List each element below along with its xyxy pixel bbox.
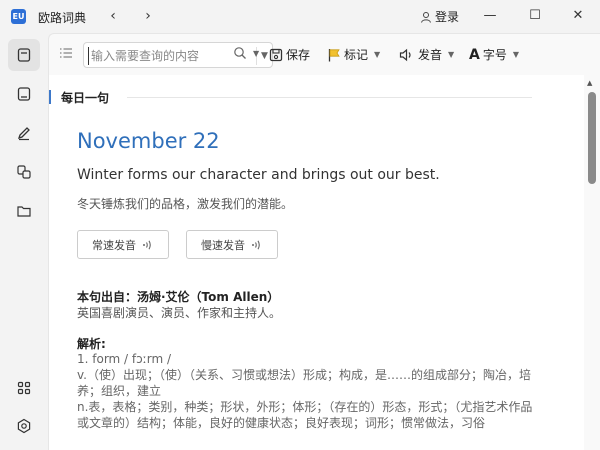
chevron-down-icon: ▼: [253, 48, 260, 58]
slow-speed-label: 慢速发音: [201, 238, 245, 252]
sidebar-item-wordbook[interactable]: [8, 78, 40, 110]
daily-sentence-panel: 每日一句 November 22 Winter forms our charac…: [48, 75, 584, 450]
save-label: 保存: [286, 48, 311, 62]
pen-icon: [17, 127, 30, 141]
section-title: 每日一句: [61, 90, 110, 105]
sentence-chinese: 冬天锤炼我们的品格，激发我们的潜能。: [77, 197, 294, 211]
save-icon: [269, 48, 283, 61]
user-icon: [421, 11, 431, 23]
sidebar-item-folder[interactable]: [8, 195, 40, 227]
normal-speed-label: 常速发音: [92, 238, 136, 252]
settings-icon: [17, 418, 31, 434]
chevron-down-icon: ▼: [512, 50, 520, 59]
close-button[interactable]: ✕: [558, 3, 598, 29]
sentence-english: Winter forms our character and brings ou…: [77, 167, 440, 183]
sidebar-item-translate[interactable]: [8, 156, 40, 188]
login-label: 登录: [435, 10, 460, 24]
mark-button[interactable]: 标记 ▼: [327, 46, 380, 63]
list-icon[interactable]: [59, 46, 73, 63]
sidebar-item-settings[interactable]: [8, 410, 40, 442]
sidebar-item-dictionary[interactable]: [8, 39, 40, 71]
app-title: 欧路词典: [38, 11, 87, 25]
fontsize-label: 字号: [482, 48, 507, 62]
section-header: 每日一句: [49, 89, 110, 105]
chevron-down-icon: ▼: [374, 50, 381, 59]
flag-icon: [328, 48, 340, 61]
sidebar-item-notes[interactable]: [8, 117, 40, 149]
normal-speed-button[interactable]: 常速发音: [77, 230, 169, 259]
analysis-line: n.表，表格；类别，种类；形状，外形；体形；（存在的）形态，形式；（尤指艺术作品: [77, 400, 533, 414]
folder-icon: [17, 206, 31, 217]
search-icon: [234, 47, 246, 59]
search-button[interactable]: ▼: [233, 46, 259, 60]
sidebar-item-apps[interactable]: [8, 372, 40, 404]
font-size-icon: A: [469, 46, 480, 63]
sound-wave-icon: [252, 240, 260, 249]
toolbar: ▼ ▼ 保存 标记 ▼ 发音 ▼ A 字号 ▼: [48, 33, 600, 75]
maximize-button[interactable]: ☐: [515, 3, 555, 29]
fontsize-button[interactable]: A 字号 ▼: [469, 46, 519, 63]
mark-label: 标记: [344, 48, 369, 62]
app-logo-icon: EU: [11, 9, 26, 24]
analysis-line: 或文章的）结构；体能，良好的健康状态；良好表现；词形；惯常做法，习俗: [77, 416, 486, 430]
source-description: 英国喜剧演员、演员、作家和主持人。: [77, 306, 282, 320]
chevron-down-icon: ▼: [448, 50, 455, 59]
scroll-up-arrow[interactable]: ▲: [587, 79, 592, 87]
scrollbar-thumb[interactable]: [588, 92, 596, 184]
back-button[interactable]: ‹: [102, 5, 124, 27]
sound-wave-icon: [143, 240, 151, 249]
dictionary-icon: [17, 48, 31, 62]
source-label: 本句出自：汤姆·艾伦（Tom Allen）: [77, 290, 280, 304]
login-button[interactable]: 登录: [420, 8, 459, 25]
section-divider: [127, 97, 532, 98]
speak-button[interactable]: 发音 ▼: [399, 46, 454, 63]
section-accent-bar: [49, 90, 51, 104]
speaker-icon: [399, 48, 411, 61]
analysis-label: 解析:: [77, 337, 106, 351]
book-icon: [17, 87, 31, 101]
analysis-line: v.（使）出现；（使）（关系、习惯或想法）形成；构成，是……的组成部分；陶冶，培: [77, 368, 531, 382]
forward-button[interactable]: ›: [137, 5, 159, 27]
translate-icon: [17, 165, 31, 179]
apps-icon: [17, 381, 31, 395]
speak-label: 发音: [418, 48, 443, 62]
minimize-button[interactable]: —: [470, 3, 510, 29]
daily-date: November 22: [77, 129, 220, 153]
analysis-line: 养；组织，建立: [77, 384, 162, 398]
search-input[interactable]: [88, 47, 248, 65]
title-bar: EU 欧路词典 ‹ › 登录 — ☐ ✕: [0, 0, 600, 33]
slow-speed-button[interactable]: 慢速发音: [186, 230, 278, 259]
sidebar: [0, 33, 48, 450]
save-button[interactable]: 保存: [269, 46, 310, 63]
analysis-line: 1. form / fɔːrm /: [77, 352, 172, 366]
